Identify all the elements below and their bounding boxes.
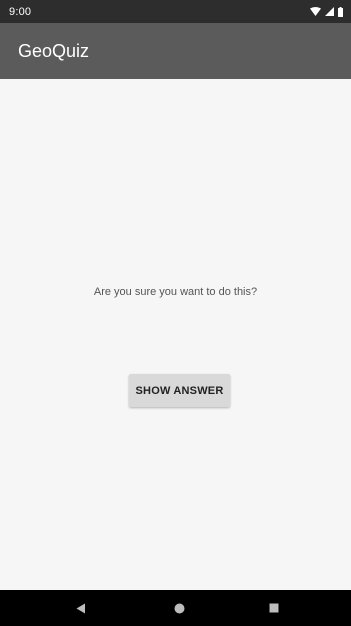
back-button[interactable] [61,590,101,626]
home-button[interactable] [159,590,199,626]
app-bar: GeoQuiz [0,23,351,79]
wifi-icon [310,7,321,16]
battery-icon [338,6,343,17]
home-icon [174,603,184,613]
status-time: 9:00 [9,5,32,18]
phone-screen: 9:00 GeoQuiz Are you sure you want to do… [0,0,351,626]
show-answer-button[interactable]: SHOW ANSWER [129,374,230,407]
status-icons [310,6,343,17]
cheat-content: Are you sure you want to do this? SHOW A… [0,79,351,590]
back-icon [76,603,85,613]
app-title: GeoQuiz [18,40,90,61]
warning-text: Are you sure you want to do this? [93,286,258,298]
signal-icon [325,7,334,16]
recents-button[interactable] [254,590,294,626]
recents-icon [269,603,279,613]
navigation-bar [0,590,351,626]
status-bar: 9:00 [0,0,351,23]
